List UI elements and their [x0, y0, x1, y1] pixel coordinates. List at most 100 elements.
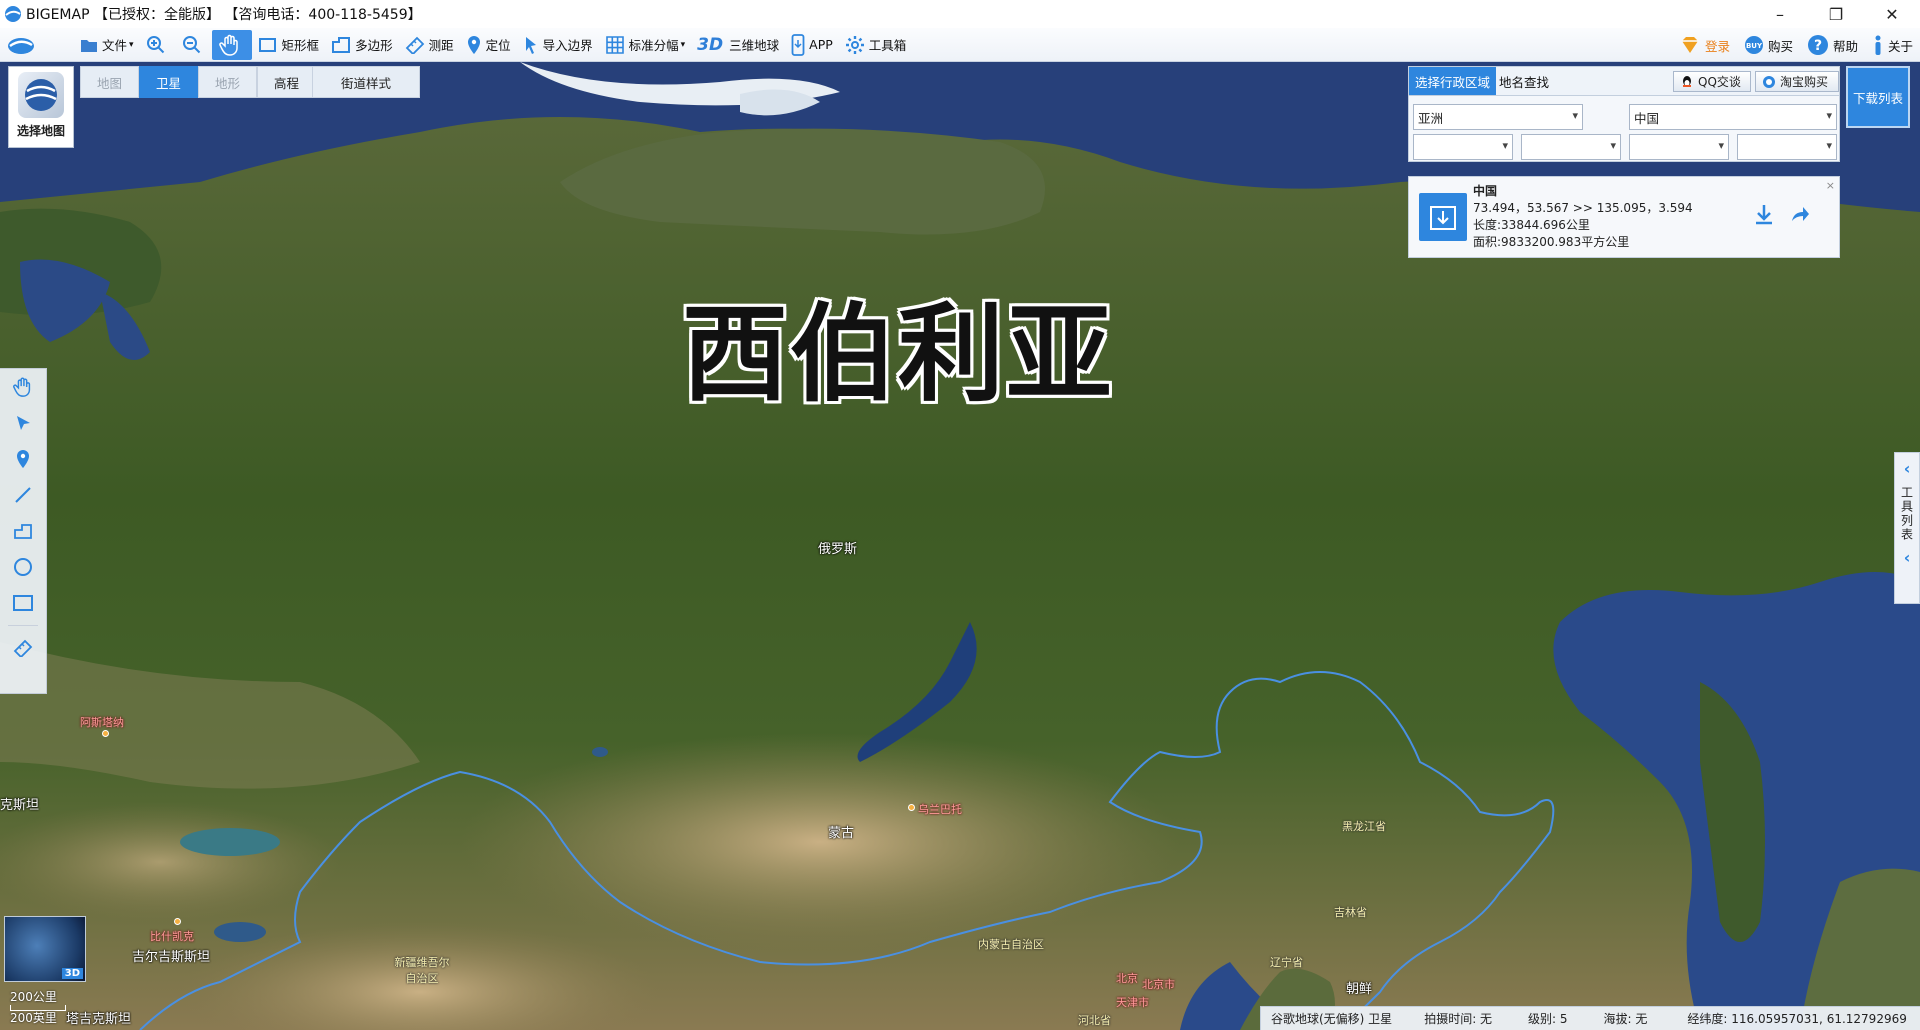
tab-place-search[interactable]: 地名查找 — [1493, 67, 1555, 95]
3d-earth-label: 三维地球 — [729, 38, 780, 53]
rail-pan-button[interactable] — [3, 369, 43, 405]
region-panel: 选择行政区域 地名查找 QQ交谈 淘宝购买 亚洲 中国 中国 — [1408, 66, 1840, 260]
rail-circle-button[interactable] — [3, 549, 43, 585]
status-source: 谷歌地球(无偏移) 卫星 — [1271, 1012, 1393, 1026]
rail-polygon-button[interactable] — [3, 513, 43, 549]
polygon-select-label: 多边形 — [355, 38, 393, 53]
country-select[interactable]: 中国 — [1629, 104, 1837, 130]
app-label: APP — [809, 37, 833, 52]
minimap-3d-badge[interactable]: 3D — [61, 968, 83, 979]
window-controls: – ❐ ✕ — [1752, 0, 1920, 28]
rail-select-button[interactable] — [3, 405, 43, 441]
district-select[interactable] — [1629, 134, 1729, 160]
status-capture-time: 拍摄时间: 无 — [1424, 1012, 1493, 1026]
download-icon[interactable] — [1753, 203, 1775, 225]
region-info-card: 中国 73.494，53.567 >> 135.095，3.594 长度:338… — [1408, 176, 1840, 258]
map-source-selector[interactable]: 选择地图 — [8, 66, 74, 148]
share-arrow-icon[interactable] — [1789, 203, 1811, 225]
chevron-left-icon: ‹ — [1903, 548, 1911, 567]
app-swirl-icon — [8, 37, 34, 54]
rectangle-select-button[interactable]: 矩形框 — [252, 30, 326, 60]
city-dot-astana — [102, 730, 109, 737]
about-label: 关于 — [1887, 38, 1913, 54]
bigemap-logo-icon — [5, 6, 21, 22]
label-liaoning: 辽宁省 — [1270, 956, 1303, 969]
locate-button[interactable]: 定位 — [460, 30, 517, 60]
label-tajikistan: 塔吉克斯坦 — [66, 1012, 132, 1027]
location-pin-icon — [467, 35, 480, 54]
rail-marker-button[interactable] — [3, 441, 43, 477]
chevron-left-icon: ‹ — [1903, 459, 1911, 478]
rail-measure-button[interactable] — [3, 630, 43, 666]
scale-bar: 200公里 200英里 — [10, 990, 66, 1026]
zoom-out-button[interactable] — [176, 30, 212, 60]
city-dot-ulaanbaatar — [908, 804, 915, 811]
file-menu[interactable]: 文件 ▾ — [74, 30, 140, 60]
tab-terrain[interactable]: 地形 — [198, 66, 258, 98]
buy-badge-icon: BUY — [1744, 36, 1763, 54]
svg-text:?: ? — [1814, 38, 1822, 54]
polygon-select-button[interactable]: 多边形 — [325, 30, 399, 60]
3d-earth-button[interactable]: 3D 三维地球 — [691, 30, 785, 60]
rail-rectangle-button[interactable] — [3, 585, 43, 621]
card-close-icon[interactable]: × — [1826, 179, 1835, 192]
region-actions — [1753, 203, 1811, 225]
gear-icon — [845, 35, 864, 54]
locate-label: 定位 — [485, 38, 511, 53]
login-button[interactable]: 登录 — [1672, 30, 1737, 60]
globe-minimap[interactable]: 3D — [4, 916, 86, 982]
chevron-down-icon: ▾ — [129, 39, 134, 50]
map-type-tabs: 地图 卫星 地形 高程 — [80, 66, 317, 98]
city-select[interactable] — [1521, 134, 1621, 160]
map-canvas[interactable]: 选择地图 地图 卫星 地形 高程 街道样式 选择行政区域 地名查找 QQ交谈 淘… — [0, 62, 1920, 1030]
qq-chat-button[interactable]: QQ交谈 — [1673, 71, 1751, 92]
minimize-button[interactable]: – — [1752, 0, 1808, 28]
measure-distance-button[interactable]: 测距 — [399, 30, 460, 60]
street-style-button[interactable]: 街道样式 — [312, 66, 420, 98]
restore-button[interactable]: ❐ — [1808, 0, 1864, 28]
tab-elevation[interactable]: 高程 — [257, 66, 317, 98]
help-button[interactable]: ? 帮助 — [1800, 30, 1865, 60]
polygon-select-icon — [332, 36, 351, 53]
help-label: 帮助 — [1832, 38, 1858, 54]
label-hebei: 河北省 — [1078, 1014, 1111, 1027]
app-menu-button[interactable] — [0, 30, 46, 60]
ruler-icon — [13, 639, 33, 657]
label-beijing: 北京 — [1116, 972, 1138, 985]
login-label: 登录 — [1704, 38, 1730, 54]
side-tool-list[interactable]: ‹ 工具列表 ‹ — [1894, 452, 1920, 604]
buy-label: 购买 — [1767, 38, 1793, 54]
continent-select[interactable]: 亚洲 — [1413, 104, 1583, 130]
rectangle-select-icon — [258, 37, 276, 52]
about-button[interactable]: 关于 — [1865, 30, 1920, 60]
app-button[interactable]: APP — [785, 30, 839, 60]
standard-sheet-menu[interactable]: 标准分幅 ▾ — [599, 30, 692, 60]
tab-map[interactable]: 地图 — [80, 66, 140, 98]
qq-chat-label: QQ交谈 — [1698, 75, 1741, 89]
file-menu-label: 文件 — [102, 38, 128, 53]
standard-sheet-label: 标准分幅 — [628, 38, 679, 53]
tab-select-region[interactable]: 选择行政区域 — [1409, 67, 1497, 95]
side-tool-list-label: 工具列表 — [1899, 486, 1914, 542]
label-ulaanbaatar: 乌兰巴托 — [918, 803, 962, 816]
label-mongolia: 蒙古 — [828, 826, 855, 841]
toolbox-button[interactable]: 工具箱 — [839, 30, 913, 60]
folder-icon — [81, 39, 97, 52]
pan-button[interactable] — [211, 29, 252, 60]
chevron-down-icon: ▾ — [680, 39, 686, 50]
label-inner-mongolia: 内蒙古自治区 — [978, 938, 1044, 951]
import-boundary-button[interactable]: 导入边界 — [517, 30, 599, 60]
rail-line-button[interactable] — [3, 477, 43, 513]
taobao-buy-label: 淘宝购买 — [1780, 75, 1829, 89]
download-list-button[interactable]: 下载列表 — [1846, 66, 1910, 128]
buy-button[interactable]: BUY 购买 — [1737, 30, 1800, 60]
tab-satellite[interactable]: 卫星 — [139, 66, 199, 98]
circle-draw-icon — [14, 558, 32, 576]
town-select[interactable] — [1737, 134, 1837, 160]
taobao-buy-button[interactable]: 淘宝购买 — [1755, 71, 1839, 92]
ruler-icon — [405, 36, 424, 54]
scale-imperial: 200英里 — [10, 1011, 57, 1025]
zoom-in-button[interactable] — [140, 30, 176, 60]
close-button[interactable]: ✕ — [1864, 0, 1920, 28]
province-select[interactable] — [1413, 134, 1513, 160]
